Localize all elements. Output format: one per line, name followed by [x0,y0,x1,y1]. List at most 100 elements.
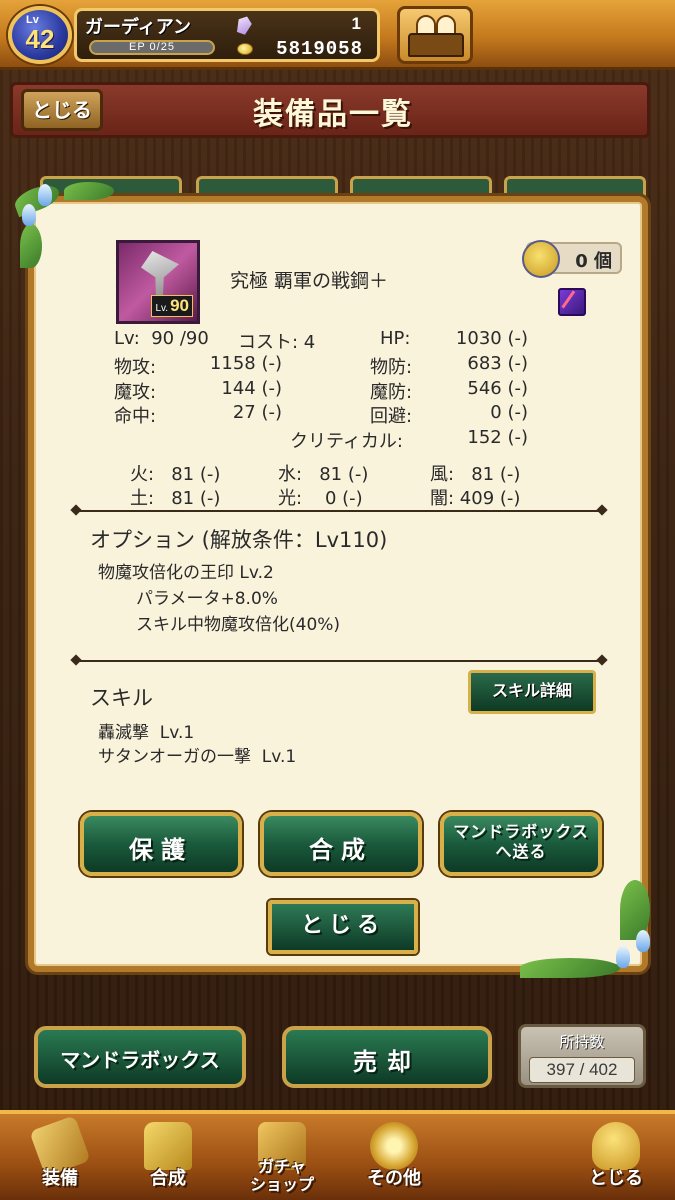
mandra-box-button[interactable]: マンドラボックス [34,1026,246,1088]
nav-gacha-label-line1: ガチャ [258,1157,306,1176]
bottom-nav: 装備 合成 ガチャ ショップ その他 とじる [0,1110,675,1200]
nav-equip-label: 装備 [42,1168,78,1189]
gear-icon [370,1122,418,1170]
vine-leaf-decoration [64,182,114,200]
ep-bar: EP 0/25 [89,40,215,55]
nav-equip[interactable]: 装備 [0,1114,120,1200]
item-icon-level-prefix: Lv. [155,303,169,314]
stat-evasion-value: 0 (-) [490,402,528,423]
stat-accuracy-label: 命中: [114,406,157,427]
player-level-badge: Lv 42 [8,6,72,64]
stat-mdef-label: 魔防: [370,382,413,403]
gold-count: 5819058 [276,38,363,60]
gold-coin-icon [237,43,253,55]
stat-cost: コスト: 4 [238,332,316,353]
item-count-box: 0 個 [522,240,622,278]
stat-critical-label: クリティカル: [290,431,403,452]
stat-level: Lv: 90 /90 [114,328,209,349]
stat-wind: 風: 81 (-) [430,464,521,485]
stat-fire: 火: 81 (-) [130,464,221,485]
skill-title: スキル [90,686,153,710]
stat-pdef-label: 物防: [370,357,413,378]
vine-leaf-decoration [20,224,42,268]
item-name: 究極 覇軍の戦鋼＋ [230,270,389,292]
stat-matk-value: 144 (-) [221,378,282,399]
sell-button-label: 売却 [353,1048,421,1076]
scythe-type-glyph [561,290,583,314]
status-bar: Lv 42 ガーディアン EP 0/25 1 5819058 [0,0,675,70]
stat-light: 光: 0 (-) [278,488,363,509]
stat-patk-label: 物攻: [114,357,157,378]
send-button-label-line1: マンドラボックス [453,822,589,841]
player-name: ガーディアン [85,17,192,38]
option-effect-skill: スキル中物魔攻倍化(40%) [136,615,341,635]
nav-combine[interactable]: 合成 [108,1114,228,1200]
nav-close[interactable]: とじる [556,1114,675,1200]
item-icon-level: Lv. 90 [151,295,193,317]
flower-decoration [38,184,52,206]
crystal-icon [234,14,253,36]
guild-button[interactable] [397,6,473,64]
stat-hp-label: HP: [380,328,411,349]
option-name: 物魔攻倍化の王印 Lv.2 [98,563,274,583]
stat-pdef-value: 683 (-) [467,353,528,374]
send-button-label: マンドラボックス へ送る [444,822,598,862]
held-count-label: 所持数 [559,1033,605,1051]
flower-decoration [22,204,36,226]
skill-detail-button[interactable]: スキル詳細 [468,670,596,714]
skill-1: 轟滅撃 Lv.1 [98,723,195,743]
nav-gacha-label-line2: ショップ [249,1175,314,1194]
nav-other[interactable]: その他 [334,1114,454,1200]
nav-combine-label: 合成 [150,1168,186,1189]
screen-header: とじる 装備品一覧 [10,82,650,138]
stat-mdef-value: 546 (-) [467,378,528,399]
weapon-type-icon [558,288,586,316]
send-button-label-line2: へ送る [495,842,547,861]
stat-hp-value: 1030 (-) [455,328,528,349]
stat-earth: 土: 81 (-) [130,488,221,509]
mandra-box-button-label: マンドラボックス [60,1048,220,1072]
section-divider [78,510,600,512]
item-icon-level-value: 90 [170,296,189,315]
nav-other-label: その他 [367,1168,421,1189]
stat-accuracy-value: 27 (-) [232,402,282,423]
item-weapon-icon: Lv. 90 [116,240,200,324]
header-close-button[interactable]: とじる [21,89,103,131]
held-count-value: 397 / 402 [529,1057,635,1083]
section-divider [78,660,600,662]
stat-critical-value: 152 (-) [467,427,528,448]
nav-gacha-shop-label: ガチャ ショップ [222,1158,342,1194]
sell-button[interactable]: 売却 [282,1026,492,1088]
item-count: 0 個 [575,251,612,272]
combine-button[interactable]: 合成 [260,812,422,876]
player-level: 42 [25,24,55,54]
guild-book-icon [408,33,464,57]
option-effect-parameter: パラメータ+8.0% [136,589,278,609]
vine-leaf-decoration [520,958,620,978]
stat-dark: 闇: 409 (-) [430,488,521,509]
stat-evasion-label: 回避: [370,406,413,427]
option-title: オプション (解放条件：Lv110) [90,528,388,552]
category-tabs [40,176,650,202]
nav-gacha-shop[interactable]: ガチャ ショップ [222,1114,342,1200]
held-count-box: 所持数 397 / 402 [518,1024,646,1088]
send-to-mandra-box-button[interactable]: マンドラボックス へ送る [440,812,602,876]
item-detail-dialog: Lv. 90 究極 覇軍の戦鋼＋ 0 個 Lv: 90 /90 コスト: 4 HP… [28,196,648,972]
protect-button[interactable]: 保護 [80,812,242,876]
stat-water: 水: 81 (-) [278,464,369,485]
skill-2: サタンオーガの一撃 Lv.1 [98,747,297,767]
protect-button-label: 保護 [129,836,193,864]
flower-decoration [616,946,630,968]
hammer-icon [144,1122,192,1170]
flower-decoration [636,930,650,952]
dialog-close-button[interactable]: とじる [268,900,418,954]
stat-patk-value: 1158 (-) [209,353,282,374]
mandra-character-icon [592,1122,640,1170]
crystal-count: 1 [351,14,361,33]
nav-close-label: とじる [589,1168,643,1189]
mandra-face-icon [522,240,560,278]
combine-button-label: 合成 [309,836,373,864]
page-title: 装備品一覧 [253,97,413,132]
stat-matk-label: 魔攻: [114,382,157,403]
ep-text: EP 0/25 [129,41,175,53]
